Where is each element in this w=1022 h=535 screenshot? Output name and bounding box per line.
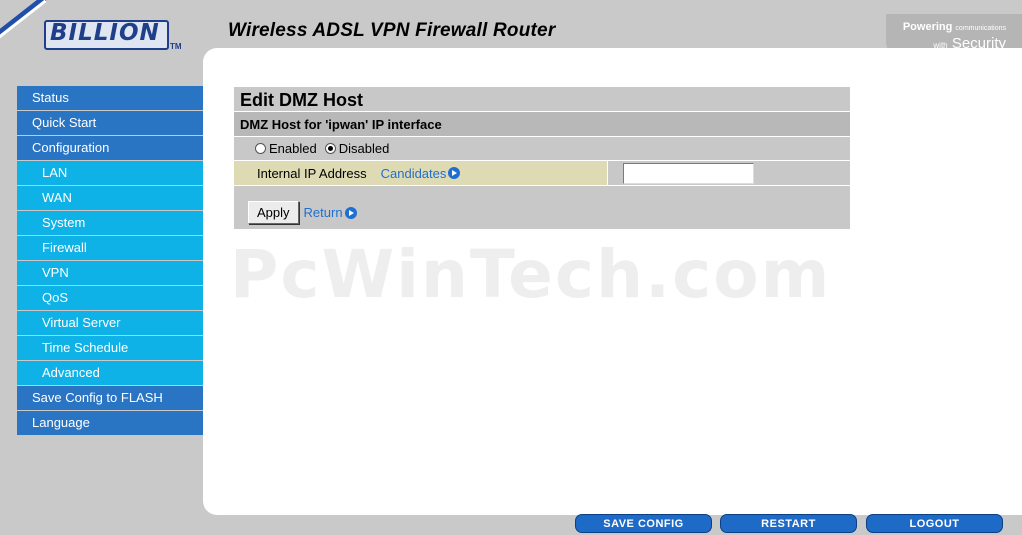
internal-ip-input-cell xyxy=(607,161,850,185)
arrow-circle-icon[interactable] xyxy=(344,206,357,219)
sidebar-item-virtual-server[interactable]: Virtual Server xyxy=(17,311,203,336)
dmz-host-form: Edit DMZ Host DMZ Host for 'ipwan' IP in… xyxy=(234,87,850,231)
sidebar-item-lan[interactable]: LAN xyxy=(17,161,203,186)
return-link[interactable]: Return xyxy=(304,205,357,220)
sidebar-item-status[interactable]: Status xyxy=(17,86,203,111)
logo-text: BILLION xyxy=(50,20,160,46)
return-link-label: Return xyxy=(303,205,343,220)
apply-button[interactable]: Apply xyxy=(248,201,299,224)
sidebar-item-advanced[interactable]: Advanced xyxy=(17,361,203,386)
sidebar-item-configuration[interactable]: Configuration xyxy=(17,136,203,161)
internal-ip-label: Internal IP Address xyxy=(257,165,367,181)
internal-ip-row: Internal IP Address Candidates xyxy=(234,161,850,186)
arrow-circle-icon[interactable] xyxy=(448,167,461,179)
sidebar-item-save-config[interactable]: Save Config to FLASH xyxy=(17,386,203,411)
sidebar-item-qos[interactable]: QoS xyxy=(17,286,203,311)
form-title: Edit DMZ Host xyxy=(234,87,850,112)
candidates-link[interactable]: Candidates xyxy=(381,166,461,181)
logo-trademark: TM xyxy=(170,42,182,51)
radio-enabled-label: Enabled xyxy=(269,141,317,156)
form-subtitle: DMZ Host for 'ipwan' IP interface xyxy=(234,112,850,137)
radio-enabled[interactable]: Enabled xyxy=(255,141,317,156)
sidebar-item-firewall[interactable]: Firewall xyxy=(17,236,203,261)
radio-disabled-label: Disabled xyxy=(338,141,390,156)
sidebar-nav: Status Quick Start Configuration LAN WAN… xyxy=(17,86,203,436)
sidebar-item-system[interactable]: System xyxy=(17,211,203,236)
radio-disabled-circle[interactable] xyxy=(324,143,336,154)
sidebar-item-vpn[interactable]: VPN xyxy=(17,261,203,286)
sidebar-item-language[interactable]: Language xyxy=(17,411,203,436)
save-config-button[interactable]: SAVE CONFIG xyxy=(575,514,712,533)
watermark: PcWinTech.com xyxy=(230,236,832,313)
sidebar-item-quick-start[interactable]: Quick Start xyxy=(17,111,203,136)
tagline-top-small: communications xyxy=(955,25,1006,32)
internal-ip-label-cell: Internal IP Address Candidates xyxy=(234,161,607,185)
page-title: Wireless ADSL VPN Firewall Router xyxy=(228,20,556,41)
candidates-link-label: Candidates xyxy=(380,165,447,181)
internal-ip-input[interactable] xyxy=(623,162,754,184)
sidebar-item-wan[interactable]: WAN xyxy=(17,186,203,211)
tagline-top: Powering xyxy=(902,21,953,33)
sidebar-item-time-schedule[interactable]: Time Schedule xyxy=(17,336,203,361)
radio-enabled-circle[interactable] xyxy=(255,143,266,154)
restart-button[interactable]: RESTART xyxy=(720,514,857,533)
form-actions: Apply Return xyxy=(234,186,850,229)
logout-button[interactable]: LOGOUT xyxy=(866,514,1003,533)
logo: BILLION TM xyxy=(0,0,210,62)
dmz-status-radio-group: Enabled Disabled xyxy=(234,137,850,161)
radio-disabled[interactable]: Disabled xyxy=(324,141,390,156)
